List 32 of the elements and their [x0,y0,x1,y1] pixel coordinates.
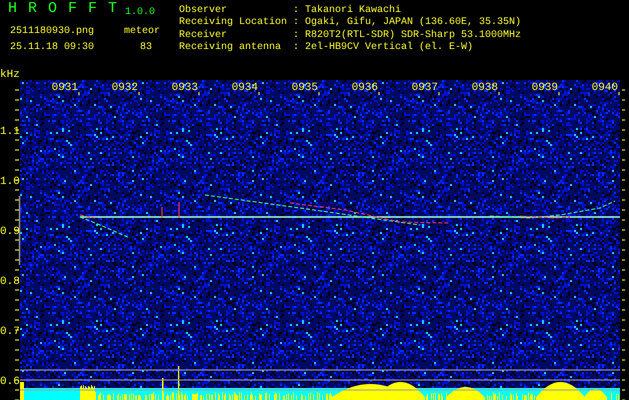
time-label: 0932 [112,82,138,94]
time-label: 0934 [232,82,258,94]
tick-mark [78,92,80,95]
info-label: Receiver [179,30,228,42]
info-value: : Takanori Kawachi [293,5,402,16]
tick-mark [378,92,380,95]
info-label: Receiving Location [179,17,288,30]
tick-mark [138,92,140,95]
version-label: 1.0.0 [125,7,156,19]
info-value: : 2el-HB9CV Vertical (el. E-W) [293,42,474,54]
tick-mark [318,92,320,95]
tick-mark [498,92,500,95]
meteor-count: 83 [140,42,152,54]
info-label: Observer [179,5,228,16]
unit-label: kHz [0,69,20,81]
info-value: : Ogaki, Gifu, JAPAN (136.60E, 35.35N) [293,17,522,30]
file-name: 2511180930.png [10,26,94,38]
meteor-label: meteor [124,26,160,38]
frequency-label: 0.7 [0,326,20,338]
info-label: Receiving antenna [179,42,282,54]
tick-mark [438,92,440,95]
app-title: H R O F F T [8,3,118,15]
info-value: : R820T2(RTL-SDR) SDR-Sharp 53.1000MHz [293,30,522,42]
frequency-label: 1.1 [0,126,20,138]
time-label: 0938 [472,82,498,94]
time-label: 0936 [352,82,378,94]
tick-mark [258,92,260,95]
tick-mark [198,92,200,95]
time-label: 0940 [592,82,618,94]
date-time: 25.11.18 09:30 [10,42,94,54]
tick-mark [558,92,560,95]
frequency-label: 0.9 [0,226,20,238]
